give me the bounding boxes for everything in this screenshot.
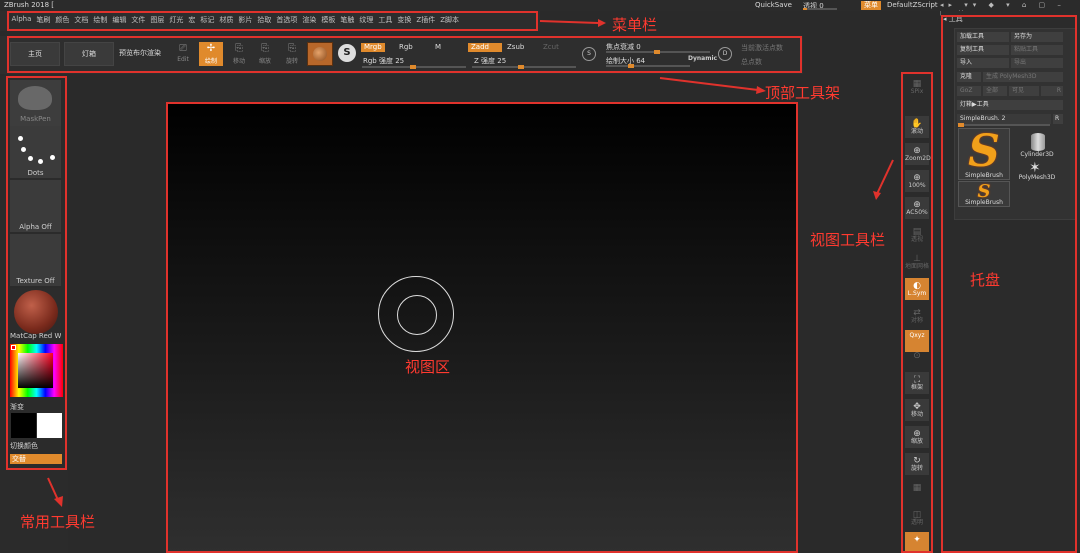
leftshelf-arrowhead (54, 496, 63, 507)
view-toolbar-annotation: 视图工具栏 (810, 231, 886, 249)
annotation-arrows (47, 19, 894, 507)
menubar-annotation: 菜单栏 (612, 16, 658, 34)
leftshelf-arrow (47, 477, 59, 501)
shelf-arrow (659, 77, 759, 91)
left-shelf-annotation: 常用工具栏 (20, 513, 96, 531)
viewbar-arrowhead (873, 191, 881, 200)
menubar-arrow (539, 20, 599, 24)
viewport-annotation: 视图区 (405, 358, 451, 376)
top-shelf-annotation: 顶部工具架 (765, 84, 841, 102)
menubar-arrowhead (598, 19, 606, 27)
viewbar-arrow (876, 159, 894, 195)
tray-annotation: 托盘 (970, 271, 1001, 289)
